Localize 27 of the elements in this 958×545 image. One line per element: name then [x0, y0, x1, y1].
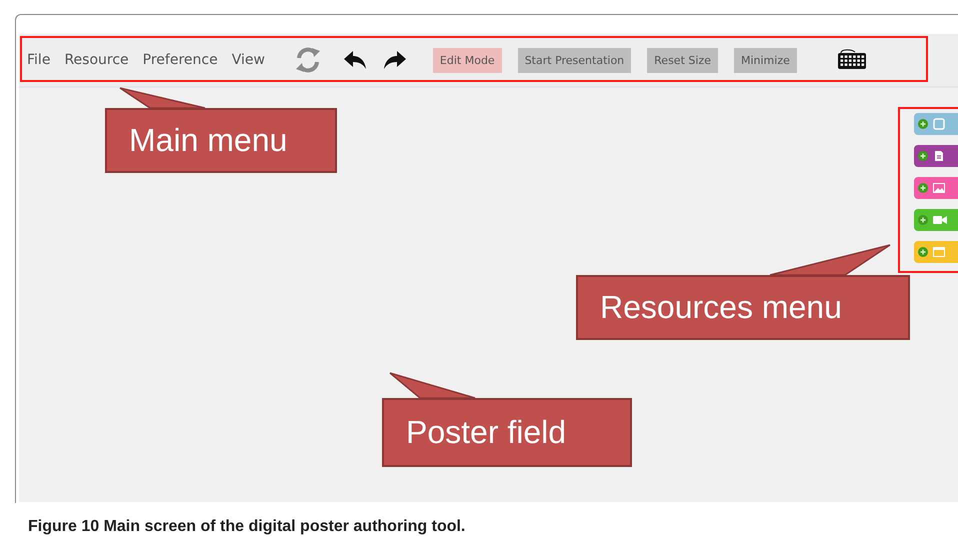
resource-button[interactable]: [914, 209, 958, 231]
resource-button[interactable]: [914, 113, 958, 135]
plus-dot-icon: [918, 183, 928, 193]
redo-icon[interactable]: [382, 50, 407, 70]
plus-dot-icon: [918, 151, 928, 161]
window-icon: [933, 246, 945, 258]
document-icon: [933, 150, 945, 162]
figure-caption: Figure 10 Main screen of the digital poster authoring tool.: [28, 518, 466, 536]
menu-item[interactable]: Preference: [142, 52, 218, 68]
keyboard-icon[interactable]: [836, 48, 867, 72]
plus-dot-icon: [918, 247, 928, 257]
plus-dot-icon: [918, 215, 928, 225]
plus-dot-icon: [918, 119, 928, 129]
toolbar-button[interactable]: Edit Mode: [432, 48, 502, 72]
toolbar-button[interactable]: Minimize: [734, 48, 797, 72]
menu-item[interactable]: View: [232, 52, 265, 68]
toolbar-button[interactable]: Reset Size: [647, 48, 718, 72]
resource-button[interactable]: [914, 177, 958, 199]
toolbar-button[interactable]: Start Presentation: [518, 48, 632, 72]
undo-icon[interactable]: [342, 50, 367, 70]
menu-item[interactable]: File: [27, 52, 50, 68]
resource-button[interactable]: [914, 145, 958, 167]
resource-button[interactable]: [914, 241, 958, 263]
square-icon: [933, 118, 945, 130]
menu-item[interactable]: Resource: [64, 52, 129, 68]
video-camera-icon: [933, 214, 947, 226]
image-icon: [933, 182, 945, 194]
